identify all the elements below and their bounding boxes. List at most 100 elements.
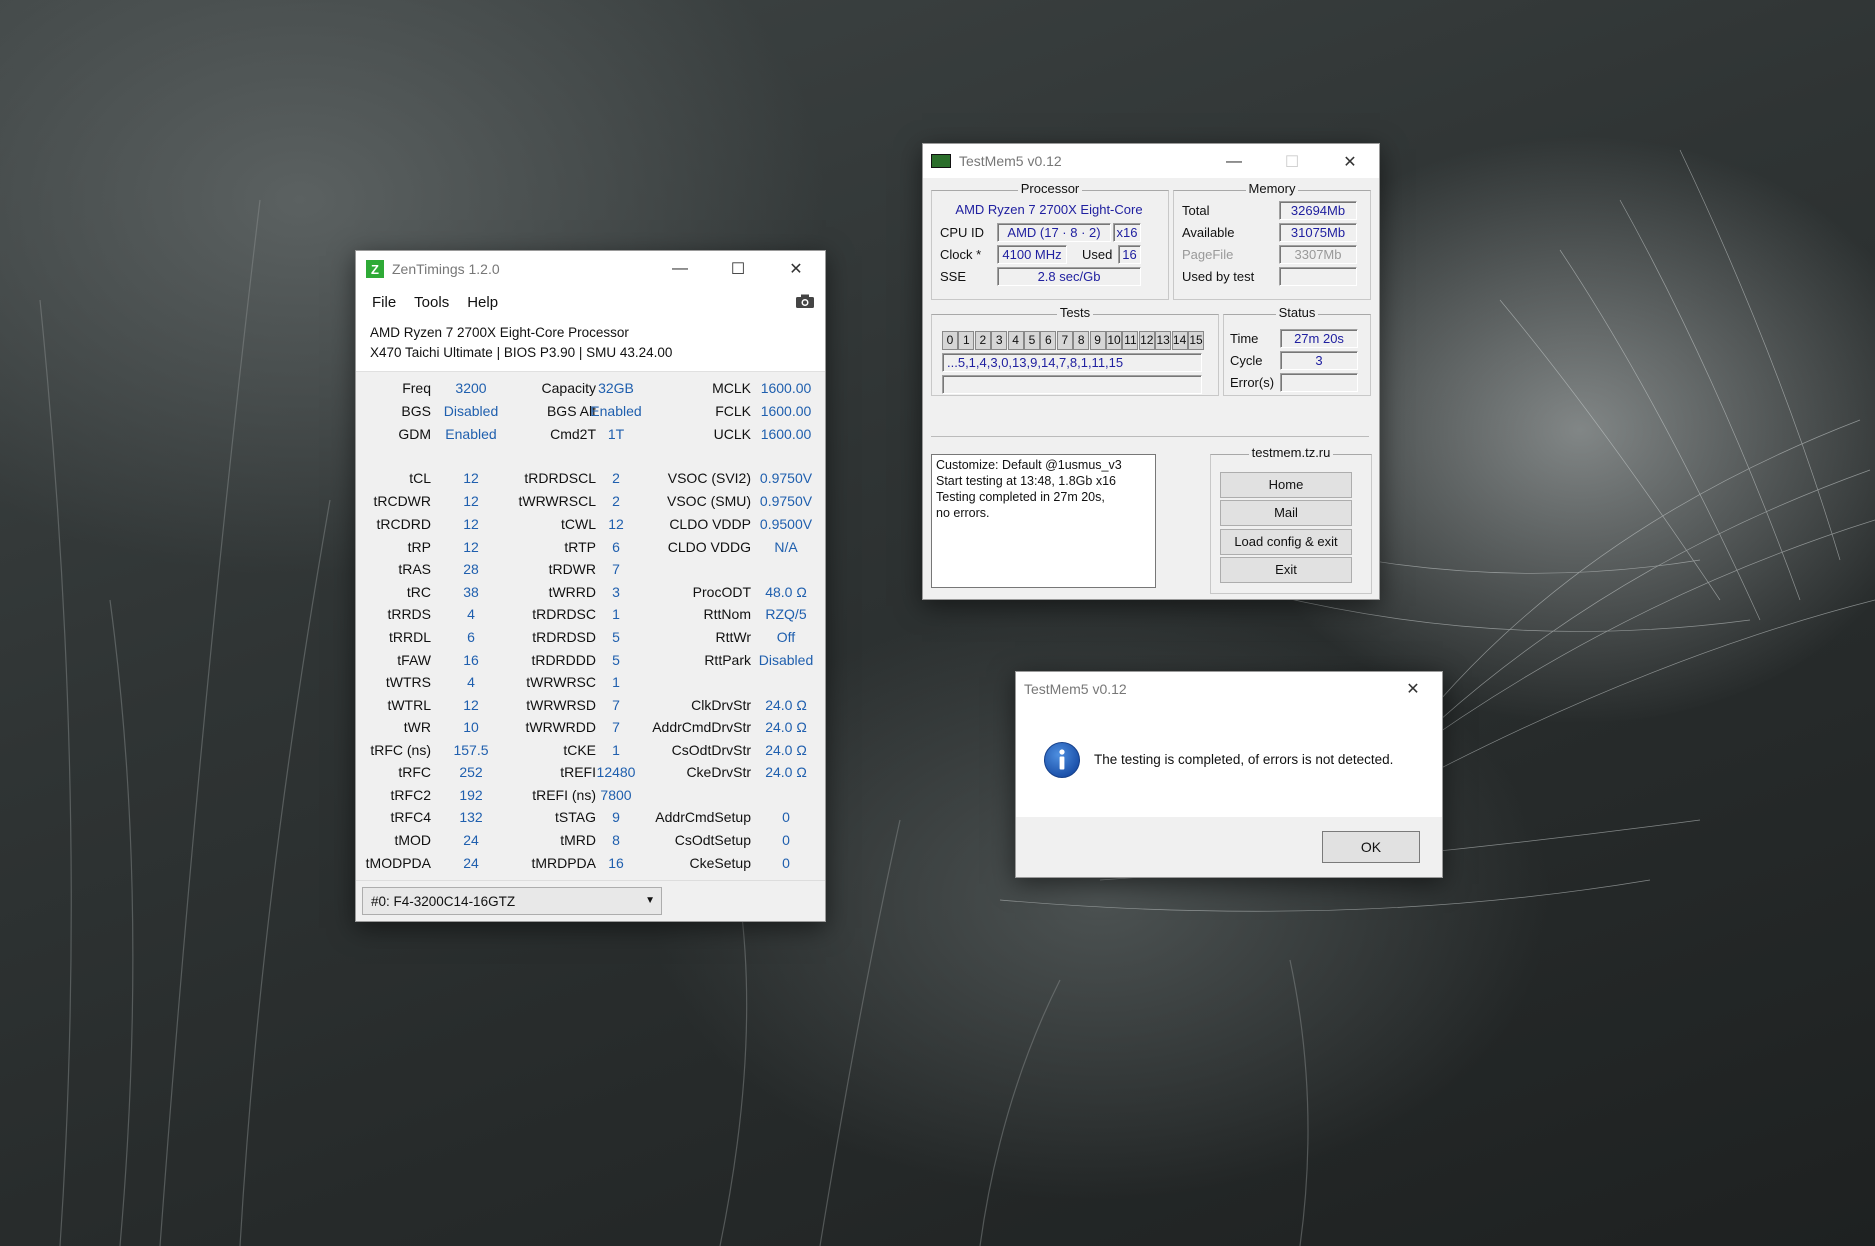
timing-label: tRC (406, 584, 431, 600)
timing-label: tSTAG (555, 809, 596, 825)
tests-indicator-row: 0 1 2 3 4 5 6 7 8 9 10 11 12 13 14 15 (942, 331, 1208, 350)
camera-icon[interactable] (795, 293, 815, 309)
timing-label: tRCDWR (373, 493, 431, 509)
maximize-button[interactable]: ☐ (709, 251, 767, 287)
timing-value: 192 (459, 787, 483, 803)
info-icon (1044, 742, 1080, 778)
timing-value: 7 (612, 561, 620, 577)
status-group-title: Status (1275, 305, 1319, 320)
timing-label: tRDWR (548, 561, 596, 577)
timing-value: 3200 (455, 380, 487, 396)
close-button[interactable]: ✕ (1321, 144, 1379, 180)
test-sequence: ...5,1,4,3,0,13,9,14,7,8,1,11,15 (942, 353, 1202, 372)
minimize-button[interactable]: — (1205, 144, 1263, 180)
ok-button[interactable]: OK (1322, 831, 1420, 863)
test-indicator: 5 (1024, 331, 1040, 350)
timing-label: tRAS (398, 561, 431, 577)
zentimings-titlebar[interactable]: Z ZenTimings 1.2.0 — ☐ ✕ (356, 251, 825, 287)
menu-file[interactable]: File (372, 294, 396, 311)
cycle-label: Cycle (1230, 353, 1263, 368)
timing-row: tWTRS 4 tWRWRSC 1 (356, 674, 825, 696)
time-value: 27m 20s (1280, 329, 1358, 348)
threads-value: x16 (1113, 223, 1141, 242)
module-select[interactable]: #0: F4-3200C14-16GTZ ▼ (362, 887, 662, 915)
load-config-exit-button[interactable]: Load config & exit (1220, 529, 1352, 555)
timing-label: tRCDRD (376, 516, 431, 532)
timing-value: 24.0 Ω (765, 719, 807, 735)
timing-value: Enabled (445, 426, 497, 442)
test-indicator: 14 (1171, 331, 1188, 350)
timing-row: tRCDWR 12 tWRWRSCL 2 VSOC (SMU) 0.9750V (356, 493, 825, 515)
timing-value: 4 (467, 606, 475, 622)
timing-label: Cmd2T (550, 426, 596, 442)
timing-row: tMODPDA 24 tMRDPDA 16 CkeSetup 0 (356, 855, 825, 877)
timing-label: tCWL (561, 516, 596, 532)
timing-label: tRP (407, 539, 431, 555)
testmem-app-icon (931, 154, 951, 168)
minimize-button[interactable]: — (651, 251, 709, 287)
timing-label: VSOC (SMU) (667, 493, 751, 509)
cpuid-value: AMD (17 · 8 · 2) (997, 223, 1111, 242)
zentimings-title: ZenTimings 1.2.0 (392, 261, 500, 277)
timing-label: CsOdtDrvStr (671, 742, 751, 758)
timing-label: tRDRDSCL (524, 470, 596, 486)
timing-value: 16 (463, 652, 479, 668)
timing-row: tRFC2 192 tREFI (ns) 7800 (356, 787, 825, 809)
test-indicator: 8 (1073, 331, 1090, 350)
sse-label: SSE (940, 269, 967, 284)
timing-label: Capacity (541, 380, 596, 396)
timing-value: 0.9750V (759, 493, 813, 509)
timing-value: 12 (463, 539, 479, 555)
timing-label: tMOD (394, 832, 431, 848)
test-indicator: 1 (958, 331, 975, 350)
sse-value: 2.8 sec/Gb (997, 267, 1141, 286)
menu-help[interactable]: Help (467, 294, 498, 311)
timing-row: GDM Enabled Cmd2T 1T UCLK 1600.00 (356, 426, 825, 448)
timing-row: tWTRL 12 tWRWRSD 7 ClkDrvStr 24.0 Ω (356, 697, 825, 719)
module-footer: #0: F4-3200C14-16GTZ ▼ (356, 880, 825, 921)
timing-label: tCKE (563, 742, 596, 758)
mail-button[interactable]: Mail (1220, 500, 1352, 526)
exit-button[interactable]: Exit (1220, 557, 1352, 583)
timing-value: 12 (463, 697, 479, 713)
close-button[interactable]: ✕ (767, 251, 825, 287)
timing-label: ProcODT (692, 584, 751, 600)
zentimings-app-icon: Z (366, 260, 384, 278)
total-value: 32694Mb (1279, 201, 1357, 220)
log-line: Customize: Default @1usmus_v3 (936, 458, 1122, 472)
timing-label: CLDO VDDP (669, 516, 751, 532)
timing-value: 12 (463, 470, 479, 486)
timing-label: tWRWRSC (526, 674, 596, 690)
timing-value: 24 (463, 855, 479, 871)
processor-group: Processor AMD Ryzen 7 2700X Eight-Core C… (931, 181, 1169, 300)
timing-row: tRP 12 tRTP 6 CLDO VDDG N/A (356, 539, 825, 561)
menu-tools[interactable]: Tools (414, 294, 449, 311)
dialog-message: The testing is completed, of errors is n… (1094, 752, 1394, 767)
testmem-window: TestMem5 v0.12 — ☐ ✕ Processor AMD Ryzen… (922, 143, 1380, 600)
timing-label: tWRWRSD (526, 697, 596, 713)
testmem-titlebar[interactable]: TestMem5 v0.12 — ☐ ✕ (923, 144, 1379, 178)
log-textbox[interactable]: Customize: Default @1usmus_v3 Start test… (931, 454, 1156, 588)
test-indicator: 3 (991, 331, 1008, 350)
timing-label: tMRDPDA (531, 855, 596, 871)
timing-value: 157.5 (453, 742, 489, 758)
log-line: Testing completed in 27m 20s, (936, 490, 1105, 504)
timing-label: RttPark (704, 652, 751, 668)
test-indicator: 10 (1106, 331, 1122, 350)
test-indicator: 9 (1089, 331, 1106, 350)
timing-value: Disabled (758, 652, 814, 668)
test-indicator: 7 (1056, 331, 1073, 350)
timing-value: 28 (463, 561, 479, 577)
pagefile-value: 3307Mb (1279, 245, 1357, 264)
dialog-titlebar[interactable]: TestMem5 v0.12 ✕ (1016, 672, 1442, 706)
separator (931, 436, 1369, 437)
close-button[interactable]: ✕ (1384, 672, 1442, 706)
timing-label: tRDRDDD (531, 652, 596, 668)
timing-label: FCLK (715, 403, 751, 419)
timing-label: AddrCmdDrvStr (652, 719, 751, 735)
site-title: testmem.tz.ru (1248, 445, 1334, 460)
home-button[interactable]: Home (1220, 472, 1352, 498)
pagefile-label: PageFile (1182, 247, 1234, 262)
testmem-title: TestMem5 v0.12 (959, 153, 1062, 169)
timing-label: RttNom (703, 606, 751, 622)
